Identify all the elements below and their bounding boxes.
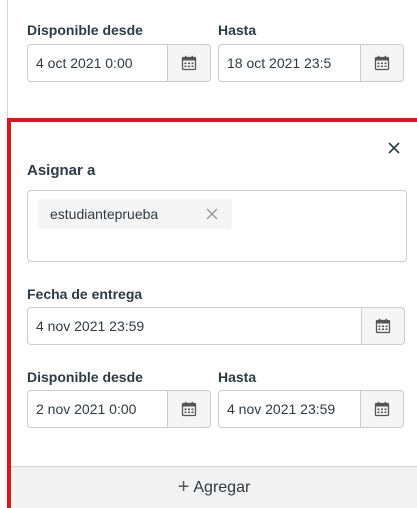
available-from-label: Disponible desde [27, 22, 143, 38]
section-divider [7, 0, 8, 118]
due-date-input[interactable]: 4 nov 2021 23:59 [27, 307, 361, 345]
available-from-date-field[interactable]: 4 oct 2021 0:00 [27, 44, 211, 82]
assignee-tag-label: estudianteprueba [50, 206, 159, 222]
until-label: Hasta [218, 22, 257, 38]
calendar-button[interactable] [167, 390, 211, 428]
until-date-field[interactable]: 18 oct 2021 23:5 [218, 44, 404, 82]
assign-to-label: Asignar a [27, 162, 96, 179]
calendar-icon [374, 55, 390, 71]
available-from-date-field[interactable]: 2 nov 2021 0:00 [27, 390, 211, 428]
calendar-button[interactable] [360, 390, 404, 428]
calendar-icon [375, 318, 391, 334]
calendar-button[interactable] [360, 44, 404, 82]
add-button-label: Agregar [193, 478, 251, 496]
assignee-tag: estudianteprueba [38, 199, 232, 229]
due-date-label: Fecha de entrega [27, 286, 143, 302]
add-override-button[interactable]: + Agregar [11, 466, 417, 508]
plus-icon: + [177, 476, 190, 498]
until-label: Hasta [218, 369, 257, 385]
until-input[interactable]: 18 oct 2021 23:5 [218, 44, 360, 82]
calendar-button[interactable] [361, 307, 405, 345]
available-from-input[interactable]: 2 nov 2021 0:00 [27, 390, 167, 428]
available-from-input[interactable]: 4 oct 2021 0:00 [27, 44, 167, 82]
until-input[interactable]: 4 nov 2021 23:59 [218, 390, 360, 428]
until-date-field[interactable]: 4 nov 2021 23:59 [218, 390, 404, 428]
available-from-label: Disponible desde [27, 369, 143, 385]
calendar-icon [374, 401, 390, 417]
due-date-field[interactable]: 4 nov 2021 23:59 [27, 307, 405, 345]
calendar-icon [181, 401, 197, 417]
calendar-button[interactable] [167, 44, 211, 82]
close-icon[interactable] [205, 207, 219, 221]
calendar-icon [181, 55, 197, 71]
close-icon[interactable] [386, 140, 402, 156]
